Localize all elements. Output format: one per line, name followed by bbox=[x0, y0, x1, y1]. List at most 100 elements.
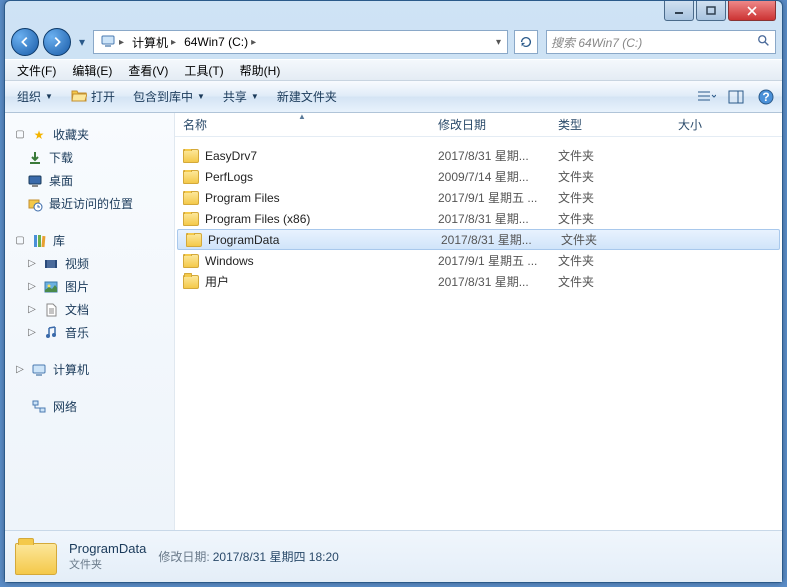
nav-pictures[interactable]: ▷ 图片 bbox=[9, 275, 170, 298]
menu-edit[interactable]: 编辑(E) bbox=[66, 60, 118, 81]
details-name: ProgramData bbox=[69, 541, 146, 556]
menu-view[interactable]: 查看(V) bbox=[122, 60, 174, 81]
menu-tools[interactable]: 工具(T) bbox=[178, 60, 229, 81]
file-date: 2017/8/31 星期... bbox=[430, 210, 550, 227]
column-type[interactable]: 类型 bbox=[550, 113, 670, 136]
nav-music-label: 音乐 bbox=[65, 324, 89, 341]
file-date: 2009/7/14 星期... bbox=[430, 168, 550, 185]
crumb-root[interactable]: ▸ bbox=[96, 31, 128, 53]
desktop-icon bbox=[27, 173, 43, 189]
crumb-arrow-icon: ▸ bbox=[119, 37, 124, 48]
expand-icon: ▷ bbox=[27, 258, 37, 269]
column-name[interactable]: 名称▲ bbox=[175, 113, 430, 136]
nav-music[interactable]: ▷音乐 bbox=[9, 321, 170, 344]
nav-libraries-label: 库 bbox=[53, 232, 65, 249]
view-mode-button[interactable] bbox=[696, 87, 716, 107]
forward-button[interactable] bbox=[43, 28, 71, 56]
share-button[interactable]: 共享▼ bbox=[217, 86, 265, 107]
nav-downloads[interactable]: 下载 bbox=[9, 146, 170, 169]
file-date: 2017/9/1 星期五 ... bbox=[430, 252, 550, 269]
file-name: Program Files bbox=[205, 191, 280, 205]
nav-network[interactable]: 网络 bbox=[9, 395, 170, 418]
help-button[interactable]: ? bbox=[756, 87, 776, 107]
file-type: 文件夹 bbox=[550, 252, 670, 269]
nav-favorites[interactable]: ▢★收藏夹 bbox=[9, 123, 170, 146]
search-box[interactable]: 搜索 64Win7 (C:) bbox=[546, 30, 776, 54]
organize-button[interactable]: 组织▼ bbox=[11, 86, 59, 107]
file-row[interactable]: Windows 2017/9/1 星期五 ...文件夹 bbox=[175, 250, 782, 271]
nav-bar: ▾ ▸ 计算机 ▸ 64Win7 (C:) ▸ ▾ 搜索 64Win7 (C:) bbox=[5, 25, 782, 59]
expand-icon: ▷ bbox=[15, 364, 25, 375]
file-row[interactable]: 用户2017/8/31 星期...文件夹 bbox=[175, 271, 782, 292]
column-date[interactable]: 修改日期 bbox=[430, 113, 550, 136]
crumb-computer-label: 计算机 bbox=[132, 34, 168, 51]
collapse-icon: ▢ bbox=[15, 235, 25, 246]
nav-desktop[interactable]: 桌面 bbox=[9, 169, 170, 192]
file-type: 文件夹 bbox=[550, 210, 670, 227]
file-row[interactable]: EasyDrv72017/8/31 星期...文件夹 bbox=[175, 145, 782, 166]
open-button[interactable]: 打开 bbox=[65, 86, 121, 107]
expand-icon: ▷ bbox=[27, 281, 37, 292]
nav-libraries[interactable]: ▢库 bbox=[9, 229, 170, 252]
details-icon bbox=[15, 539, 57, 575]
address-dropdown-icon[interactable]: ▾ bbox=[496, 37, 501, 48]
preview-pane-button[interactable] bbox=[726, 87, 746, 107]
folder-icon bbox=[183, 212, 199, 226]
expand-icon: ▷ bbox=[27, 304, 37, 315]
network-icon bbox=[31, 399, 47, 415]
file-name: EasyDrv7 bbox=[205, 149, 257, 163]
nav-documents[interactable]: ▷文档 bbox=[9, 298, 170, 321]
title-bar bbox=[5, 1, 782, 25]
folder-icon bbox=[183, 275, 199, 289]
column-size[interactable]: 大小 bbox=[670, 113, 782, 136]
file-name: Windows bbox=[205, 254, 254, 268]
collapse-icon: ▢ bbox=[15, 129, 25, 140]
nav-computer-label: 计算机 bbox=[53, 361, 89, 378]
menu-file[interactable]: 文件(F) bbox=[11, 60, 62, 81]
refresh-button[interactable] bbox=[514, 30, 538, 54]
navigation-pane[interactable]: ▢★收藏夹 下载 桌面 最近访问的位置 ▢库 ▷视频 ▷图片 ▷文档 ▷音乐 ▷… bbox=[5, 113, 175, 530]
file-row[interactable]: PerfLogs2009/7/14 星期...文件夹 bbox=[175, 166, 782, 187]
nav-favorites-label: 收藏夹 bbox=[53, 126, 89, 143]
nav-computer[interactable]: ▷ 计算机 bbox=[9, 358, 170, 381]
nav-desktop-label: 桌面 bbox=[49, 172, 73, 189]
maximize-button[interactable] bbox=[696, 1, 726, 21]
address-bar[interactable]: ▸ 计算机 ▸ 64Win7 (C:) ▸ ▾ bbox=[93, 30, 508, 54]
music-icon bbox=[43, 325, 59, 341]
include-label: 包含到库中 bbox=[133, 88, 193, 105]
include-button[interactable]: 包含到库中▼ bbox=[127, 86, 211, 107]
crumb-drive-label: 64Win7 (C:) bbox=[184, 35, 248, 49]
body-area: ▢★收藏夹 下载 桌面 最近访问的位置 ▢库 ▷视频 ▷图片 ▷文档 ▷音乐 ▷… bbox=[5, 113, 782, 530]
nav-pictures-label: 图片 bbox=[65, 278, 89, 295]
newfolder-button[interactable]: 新建文件夹 bbox=[271, 86, 343, 107]
nav-downloads-label: 下载 bbox=[49, 149, 73, 166]
file-type: 文件夹 bbox=[550, 147, 670, 164]
minimize-button[interactable] bbox=[664, 1, 694, 21]
details-date-label: 修改日期: bbox=[158, 550, 209, 564]
file-row[interactable]: Program Files (x86) 2017/8/31 星期...文件夹 bbox=[175, 208, 782, 229]
folder-icon bbox=[183, 254, 199, 268]
crumb-drive[interactable]: 64Win7 (C:) ▸ bbox=[180, 31, 260, 53]
history-dropdown[interactable]: ▾ bbox=[75, 32, 89, 52]
search-icon bbox=[757, 34, 771, 51]
file-type: 文件夹 bbox=[550, 273, 670, 290]
nav-videos[interactable]: ▷视频 bbox=[9, 252, 170, 275]
videos-icon bbox=[43, 256, 59, 272]
file-date: 2017/9/1 星期五 ... bbox=[430, 189, 550, 206]
back-button[interactable] bbox=[11, 28, 39, 56]
folder-icon bbox=[183, 191, 199, 205]
organize-label: 组织 bbox=[17, 88, 41, 105]
column-date-label: 修改日期 bbox=[438, 116, 486, 133]
file-list[interactable]: EasyDrv72017/8/31 星期...文件夹PerfLogs2009/7… bbox=[175, 137, 782, 530]
file-row[interactable]: Program Files2017/9/1 星期五 ...文件夹 bbox=[175, 187, 782, 208]
crumb-computer[interactable]: 计算机 ▸ bbox=[128, 31, 180, 53]
menu-help[interactable]: 帮助(H) bbox=[234, 60, 287, 81]
file-type: 文件夹 bbox=[550, 168, 670, 185]
close-button[interactable] bbox=[728, 1, 776, 21]
files-pane: 名称▲ 修改日期 类型 大小 EasyDrv72017/8/31 星期...文件… bbox=[175, 113, 782, 530]
computer-icon bbox=[31, 362, 47, 378]
details-type: 文件夹 bbox=[69, 556, 146, 572]
file-row[interactable]: ProgramData2017/8/31 星期...文件夹 bbox=[177, 229, 780, 250]
nav-recent[interactable]: 最近访问的位置 bbox=[9, 192, 170, 215]
file-name: Program Files (x86) bbox=[205, 212, 310, 226]
